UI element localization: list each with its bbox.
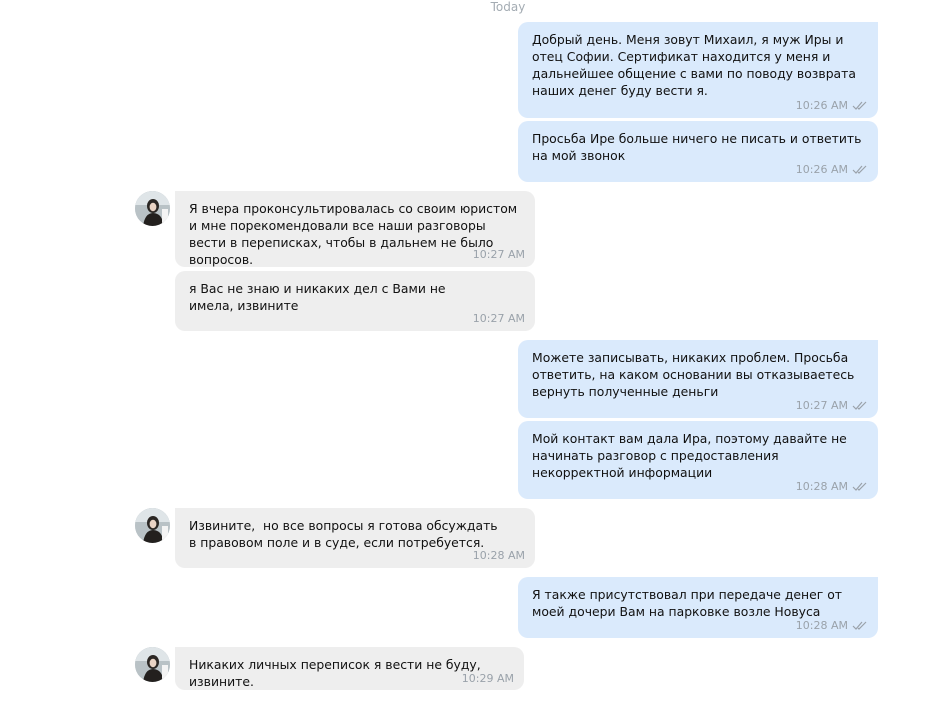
message-text: Я также присутствовал при передаче денег… [532,587,846,619]
outgoing-message[interactable]: Я также присутствовал при передаче денег… [518,577,878,638]
outgoing-message[interactable]: Можете записывать, никаких проблем. Прос… [518,340,878,418]
message-meta: 10:26 AM [796,97,868,114]
message-meta: 10:27 AM [473,246,525,263]
outgoing-message[interactable]: Просьба Ире больше ничего не писать и от… [518,121,878,182]
chat-history: Today Добрый день. Меня зовут Михаил, я … [0,0,951,702]
message-meta: 10:27 AM [796,397,868,414]
message-time: 10:27 AM [472,248,525,261]
message-text: Добрый день. Меня зовут Михаил, я муж Ир… [532,32,860,98]
message-meta: 10:28 AM [796,478,868,495]
message-time: 10:28 AM [472,549,525,562]
message-time: 10:26 AM [795,99,848,112]
incoming-message[interactable]: Я вчера проконсультировалась со своим юр… [175,191,535,267]
date-divider: Today [490,0,526,14]
outgoing-message[interactable]: Мой контакт вам дала Ира, поэтому давайт… [518,421,878,499]
message-time: 10:27 AM [795,399,848,412]
double-check-icon [852,482,868,492]
message-meta: 10:29 AM [462,670,514,687]
message-text: Мой контакт вам дала Ира, поэтому давайт… [532,431,851,480]
contact-avatar[interactable] [135,191,170,226]
message-text: я Вас не знаю и никаких дел с Вами не им… [189,281,450,313]
message-time: 10:26 AM [795,163,848,176]
incoming-message[interactable]: я Вас не знаю и никаких дел с Вами не им… [175,271,535,331]
outgoing-message[interactable]: Добрый день. Меня зовут Михаил, я муж Ир… [518,22,878,118]
message-meta: 10:28 AM [796,617,868,634]
incoming-message[interactable]: Извините, но все вопросы я готова обсужд… [175,508,535,568]
message-time: 10:28 AM [795,619,848,632]
message-meta: 10:28 AM [473,547,525,564]
message-time: 10:29 AM [461,672,514,685]
incoming-message[interactable]: Никаких личных переписок я вести не буду… [175,647,524,690]
message-time: 10:27 AM [472,312,525,325]
message-meta: 10:26 AM [796,161,868,178]
message-meta: 10:27 AM [473,310,525,327]
message-text: Извините, но все вопросы я готова обсужд… [189,518,502,550]
double-check-icon [852,401,868,411]
double-check-icon [852,165,868,175]
message-text: Просьба Ире больше ничего не писать и от… [532,131,866,163]
message-text: Можете записывать, никаких проблем. Прос… [532,350,859,399]
contact-avatar[interactable] [135,647,170,682]
message-time: 10:28 AM [795,480,848,493]
contact-avatar[interactable] [135,508,170,543]
double-check-icon [852,101,868,111]
message-text: Я вчера проконсультировалась со своим юр… [189,201,522,267]
double-check-icon [852,621,868,631]
